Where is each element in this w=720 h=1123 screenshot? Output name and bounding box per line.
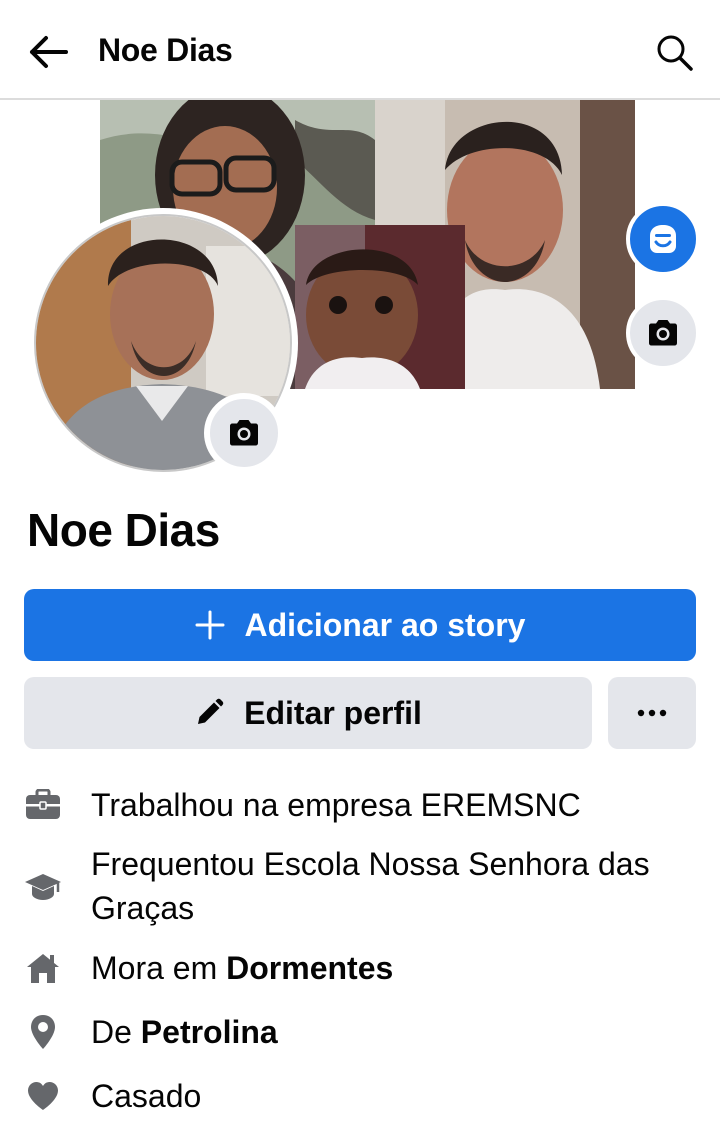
detail-relationship-text: Casado: [91, 1078, 202, 1114]
create-story-button[interactable]: [626, 202, 700, 276]
back-button[interactable]: [26, 30, 70, 74]
add-to-story-button[interactable]: Adicionar ao story: [24, 589, 696, 661]
detail-work-text: Trabalhou na empresa EREMSNC: [91, 787, 581, 823]
home-icon: [24, 949, 62, 987]
arrow-left-icon: [30, 36, 68, 68]
detail-home-prefix: Mora em: [91, 950, 227, 986]
add-to-story-label: Adicionar ao story: [244, 606, 526, 643]
camera-icon: [649, 320, 677, 346]
detail-hometown-city[interactable]: Petrolina: [141, 1014, 278, 1050]
detail-education-text: Frequentou Escola Nossa Senhora das Graç…: [91, 846, 650, 926]
top-bar: Noe Dias: [0, 0, 720, 100]
detail-hometown-text: De Petrolina: [91, 1010, 278, 1054]
heart-icon: [24, 1077, 62, 1115]
location-pin-icon: [24, 1013, 62, 1051]
detail-education: Frequentou Escola Nossa Senhora das Graç…: [0, 842, 720, 930]
camera-icon: [230, 420, 258, 446]
briefcase-icon: [24, 786, 62, 824]
edit-cover-photo-button[interactable]: [626, 296, 700, 370]
more-options-button[interactable]: [608, 677, 696, 749]
detail-relationship: Casado: [0, 1074, 720, 1118]
pencil-icon: [194, 698, 224, 728]
detail-hometown: De Petrolina: [0, 1010, 720, 1054]
detail-work: Trabalhou na empresa EREMSNC: [0, 783, 720, 827]
search-button[interactable]: [654, 32, 694, 72]
edit-profile-picture-button[interactable]: [204, 393, 284, 473]
detail-home-city[interactable]: Dormentes: [226, 950, 393, 986]
page-title: Noe Dias: [98, 32, 233, 68]
story-icon: [650, 225, 676, 253]
search-icon: [657, 35, 693, 71]
more-dots-icon: [637, 709, 667, 717]
detail-home: Mora em Dormentes: [0, 946, 720, 990]
edit-profile-label: Editar perfil: [244, 694, 422, 731]
profile-name: Noe Dias: [27, 504, 220, 556]
detail-home-text: Mora em Dormentes: [91, 946, 393, 990]
detail-hometown-prefix: De: [91, 1014, 141, 1050]
graduation-cap-icon: [24, 867, 62, 905]
edit-profile-button[interactable]: Editar perfil: [24, 677, 592, 749]
plus-icon: [195, 610, 225, 640]
